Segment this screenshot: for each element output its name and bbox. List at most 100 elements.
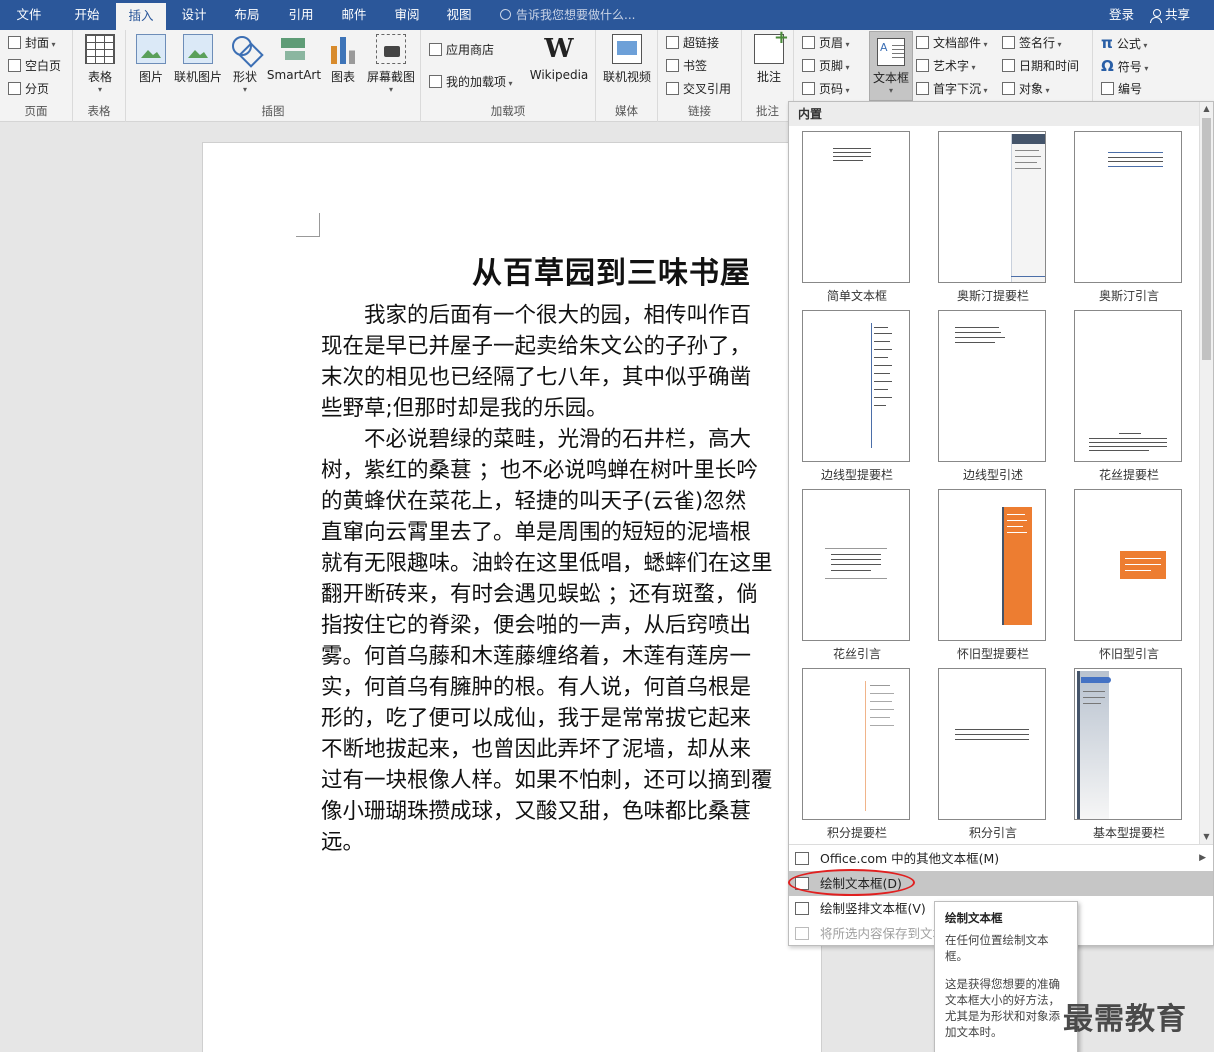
gallery-tile-austin-sidebar[interactable] <box>938 131 1046 283</box>
store-button[interactable]: 应用商店 <box>429 40 494 60</box>
screenshot-button[interactable]: 屏幕截图 ▾ <box>364 34 418 94</box>
bookmark-button[interactable]: 书签 <box>666 56 707 76</box>
share-button[interactable]: 共享 <box>1150 0 1190 30</box>
signature-line-button[interactable]: 签名行 ▾ <box>1002 33 1062 53</box>
tab-file[interactable]: 文件 <box>4 0 54 30</box>
tab-layout[interactable]: 布局 <box>223 0 271 30</box>
office-com-icon <box>795 852 809 865</box>
smartart-label: SmartArt <box>266 68 322 82</box>
header-button[interactable]: 页眉 ▾ <box>802 33 850 53</box>
gallery-tile-simple-textbox[interactable] <box>802 131 910 283</box>
gallery-tile-basic-sidebar[interactable] <box>1074 668 1182 820</box>
gallery-tile-austin-quote[interactable] <box>1074 131 1182 283</box>
gallery-tile-filigree-quote[interactable] <box>802 489 910 641</box>
textbox-button[interactable]: 文本框 ▾ <box>869 31 913 101</box>
tab-mailings[interactable]: 邮件 <box>330 0 378 30</box>
footer-button[interactable]: 页脚 ▾ <box>802 56 850 76</box>
scroll-thumb[interactable] <box>1202 118 1211 360</box>
document-line: 不必说碧绿的菜畦，光滑的石井栏，高大 <box>321 427 752 452</box>
cover-page-button[interactable]: 封面 ▾ <box>8 33 56 53</box>
header-label: 页眉 <box>819 36 844 50</box>
datetime-button[interactable]: 日期和时间 <box>1002 56 1079 76</box>
quick-parts-label: 文档部件 <box>933 36 982 50</box>
blank-page-button[interactable]: 空白页 <box>8 56 61 76</box>
comment-button[interactable]: 批注 <box>752 27 789 85</box>
tell-me-text: 告诉我您想要做什么... <box>516 8 636 22</box>
document-line: 雾。何首乌藤和木莲藤缠络着，木莲有莲房一 <box>321 644 752 669</box>
footer-icon <box>802 59 815 72</box>
wordart-button[interactable]: 艺术字 ▾ <box>916 56 976 76</box>
vertical-textbox-icon <box>795 902 809 915</box>
store-label: 应用商店 <box>446 43 495 57</box>
online-picture-label: 联机图片 <box>173 70 222 84</box>
scroll-up-icon[interactable]: ▲ <box>1200 102 1213 116</box>
gallery-tile-integral-sidebar[interactable] <box>802 668 910 820</box>
document-line: 些野草;但那时却是我的乐园。 <box>321 396 608 421</box>
menu-label: Office.com 中的其他文本框(M) <box>820 851 1000 866</box>
tile-caption: 边线型提要栏 <box>820 468 893 482</box>
screenshot-label: 屏幕截图 <box>366 70 415 84</box>
picture-icon <box>136 34 166 64</box>
tile-caption: 基本型提要栏 <box>1092 826 1165 840</box>
symbol-label: 符号 <box>1117 60 1142 74</box>
tab-references[interactable]: 引用 <box>277 0 325 30</box>
my-addins-button[interactable]: 我的加载项 ▾ <box>429 72 513 92</box>
gallery-tile-sideline-quote[interactable] <box>938 310 1046 462</box>
document-line: 就有无限趣味。油蛉在这里低唱，蟋蟀们在这里 <box>321 551 773 576</box>
gallery-tile-sideline-sidebar[interactable] <box>802 310 910 462</box>
tile-caption: 简单文本框 <box>826 289 887 303</box>
gallery-tile-integral-quote[interactable] <box>938 668 1046 820</box>
cross-reference-button[interactable]: 交叉引用 <box>666 79 731 99</box>
picture-button[interactable]: 图片 <box>134 34 168 85</box>
object-label: 对象 <box>1019 82 1044 96</box>
tab-home[interactable]: 开始 <box>62 0 112 30</box>
lightbulb-icon <box>500 9 511 20</box>
online-picture-button[interactable]: 联机图片 <box>170 34 226 85</box>
quick-parts-button[interactable]: 文档部件 ▾ <box>916 33 988 53</box>
pi-icon: π <box>1101 34 1113 52</box>
wikipedia-button[interactable]: W Wikipedia <box>527 34 591 82</box>
hyperlink-button[interactable]: 超链接 <box>666 33 719 53</box>
gallery-tile-retro-quote[interactable] <box>1074 489 1182 641</box>
online-video-button[interactable]: 联机视频 <box>600 34 654 85</box>
menu-more-textboxes-office[interactable]: Office.com 中的其他文本框(M) ▶ <box>789 846 1213 871</box>
hyperlink-label: 超链接 <box>683 36 720 50</box>
my-addins-label: 我的加载项 <box>446 75 507 89</box>
gallery-scrollbar[interactable]: ▲ ▼ <box>1199 102 1213 844</box>
login-button[interactable]: 登录 <box>1109 0 1134 30</box>
symbol-button[interactable]: Ω 符号 ▾ <box>1101 56 1148 76</box>
tab-review[interactable]: 审阅 <box>383 0 431 30</box>
smartart-icon <box>279 34 309 64</box>
tooltip-line-1: 在任何位置绘制文本框。 <box>945 933 1049 963</box>
cover-label: 封面 <box>25 36 50 50</box>
page-break-button[interactable]: 分页 <box>8 79 49 99</box>
object-button[interactable]: 对象 ▾ <box>1002 79 1050 99</box>
tab-insert[interactable]: 插入 <box>116 3 166 30</box>
textbox-icon <box>877 38 905 66</box>
smartart-button[interactable]: SmartArt <box>266 34 322 82</box>
tell-me-box[interactable]: 告诉我您想要做什么... <box>500 0 635 30</box>
gallery-section-header: 内置 <box>789 102 1199 126</box>
video-icon <box>612 34 642 64</box>
gallery-tile-retro-sidebar[interactable] <box>938 489 1046 641</box>
signature-label: 签名行 <box>1019 36 1056 50</box>
margin-corner-mark <box>296 213 320 237</box>
number-button[interactable]: 编号 <box>1101 79 1142 99</box>
equation-button[interactable]: π 公式 ▾ <box>1101 33 1147 53</box>
cross-ref-icon <box>666 82 679 95</box>
page-number-button[interactable]: 页码 ▾ <box>802 79 850 99</box>
picture-label: 图片 <box>138 70 163 84</box>
document-line: 我家的后面有一个很大的园，相传叫作百 <box>321 303 752 328</box>
tab-view[interactable]: 视图 <box>436 0 482 30</box>
gallery-tile-filigree-sidebar[interactable] <box>1074 310 1182 462</box>
tab-design[interactable]: 设计 <box>170 0 218 30</box>
dropcap-icon <box>916 82 929 95</box>
dropcap-button[interactable]: 首字下沉 ▾ <box>916 79 988 99</box>
table-button[interactable]: 表格 ▾ <box>83 34 117 94</box>
chart-button[interactable]: 图表 <box>326 34 360 85</box>
chevron-right-icon: ▶ <box>1199 853 1206 863</box>
shapes-button[interactable]: 形状 ▾ <box>228 34 262 94</box>
table-icon <box>85 34 115 64</box>
group-comments: 批注 批注 <box>742 27 794 122</box>
scroll-down-icon[interactable]: ▼ <box>1200 830 1213 844</box>
